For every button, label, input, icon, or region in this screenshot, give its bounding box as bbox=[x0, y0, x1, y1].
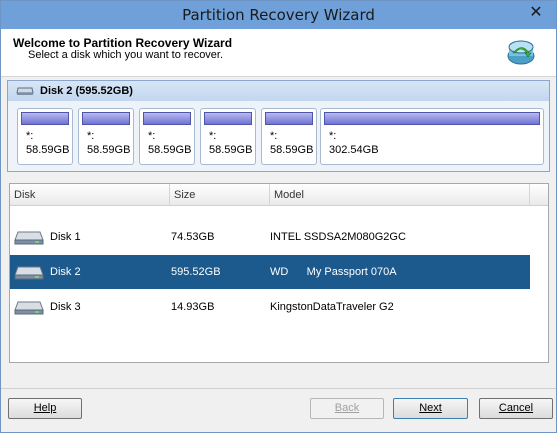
cancel-button-label: Cancel bbox=[498, 402, 534, 414]
footer-divider bbox=[1, 388, 556, 389]
help-button-label: Help bbox=[33, 402, 57, 414]
partition-block[interactable]: *: 58.59GB bbox=[17, 108, 73, 165]
hard-disk-icon bbox=[14, 301, 44, 315]
disk-list[interactable]: Disk Size Model Disk 1 74.53GB INTEL SSD… bbox=[9, 183, 549, 363]
title-bar[interactable]: Partition Recovery Wizard ✕ bbox=[1, 1, 556, 29]
column-header-model[interactable]: Model bbox=[270, 184, 530, 206]
hard-disk-icon bbox=[14, 266, 44, 280]
hard-disk-icon bbox=[14, 231, 44, 245]
back-button-label: Back bbox=[334, 402, 360, 414]
disk-map-header: Disk 2 (595.52GB) bbox=[8, 81, 549, 101]
disk-map-panel: Disk 2 (595.52GB) *: 58.59GB *: 58.59GB … bbox=[7, 80, 550, 172]
disk-name: Disk 2 bbox=[50, 266, 81, 278]
disk-size: 14.93GB bbox=[171, 301, 215, 313]
disk-model: KingstonDataTraveler G2 bbox=[270, 301, 394, 313]
cancel-button[interactable]: Cancel bbox=[479, 398, 553, 419]
wizard-window: Partition Recovery Wizard ✕ Welcome to P… bbox=[0, 0, 557, 433]
selected-disk-label: Disk 2 (595.52GB) bbox=[40, 85, 133, 97]
header-title: Welcome to Partition Recovery Wizard bbox=[13, 36, 233, 50]
partition-usage-bar bbox=[82, 112, 130, 125]
disk-model: WD My Passport 070A bbox=[270, 266, 397, 278]
header-subtitle: Select a disk which you want to recover. bbox=[28, 49, 224, 61]
partition-usage-bar bbox=[324, 112, 540, 125]
disk-name: Disk 3 bbox=[50, 301, 81, 313]
partition-size: 58.59GB bbox=[209, 144, 253, 156]
partition-size: 58.59GB bbox=[270, 144, 314, 156]
partition-size: 58.59GB bbox=[148, 144, 192, 156]
partition-block[interactable]: *: 58.59GB bbox=[78, 108, 134, 165]
disk-list-header: Disk Size Model bbox=[10, 184, 548, 206]
next-button[interactable]: Next bbox=[393, 398, 468, 419]
close-icon: ✕ bbox=[529, 4, 543, 21]
partition-usage-bar bbox=[143, 112, 191, 125]
disk-size: 595.52GB bbox=[171, 266, 221, 278]
partition-usage-bar bbox=[21, 112, 69, 125]
partition-size: 302.54GB bbox=[329, 144, 379, 156]
wizard-header: Welcome to Partition Recovery Wizard Sel… bbox=[1, 29, 556, 77]
help-button[interactable]: Help bbox=[8, 398, 82, 419]
disk-name: Disk 1 bbox=[50, 231, 81, 243]
partition-block[interactable]: *: 58.59GB bbox=[139, 108, 195, 165]
partition-block[interactable]: *: 58.59GB bbox=[261, 108, 317, 165]
partition-name: *: bbox=[148, 130, 156, 142]
disk-row-3[interactable]: Disk 3 14.93GB KingstonDataTraveler G2 bbox=[10, 290, 530, 324]
partition-size: 58.59GB bbox=[87, 144, 131, 156]
disk-model: INTEL SSDSA2M080G2GC bbox=[270, 231, 406, 243]
partition-name: *: bbox=[209, 130, 217, 142]
column-header-disk[interactable]: Disk bbox=[10, 184, 170, 206]
partition-name: *: bbox=[87, 130, 95, 142]
partition-size: 58.59GB bbox=[26, 144, 70, 156]
disk-row-2[interactable]: Disk 2 595.52GB WD My Passport 070A bbox=[10, 255, 530, 289]
disk-icon bbox=[16, 87, 34, 95]
partition-usage-bar bbox=[265, 112, 313, 125]
partition-name: *: bbox=[270, 130, 278, 142]
column-header-size[interactable]: Size bbox=[170, 184, 270, 206]
disk-size: 74.53GB bbox=[171, 231, 215, 243]
window-title: Partition Recovery Wizard bbox=[182, 6, 375, 24]
partition-usage-bar bbox=[204, 112, 252, 125]
disk-row-1[interactable]: Disk 1 74.53GB INTEL SSDSA2M080G2GC bbox=[10, 220, 530, 254]
partition-block[interactable]: *: 58.59GB bbox=[200, 108, 256, 165]
partition-name: *: bbox=[26, 130, 34, 142]
partition-block[interactable]: *: 302.54GB bbox=[320, 108, 544, 165]
next-button-label: Next bbox=[419, 402, 442, 414]
recovery-wizard-icon bbox=[507, 40, 535, 65]
back-button[interactable]: Back bbox=[310, 398, 384, 419]
partition-name: *: bbox=[329, 130, 337, 142]
close-button[interactable]: ✕ bbox=[522, 1, 550, 23]
